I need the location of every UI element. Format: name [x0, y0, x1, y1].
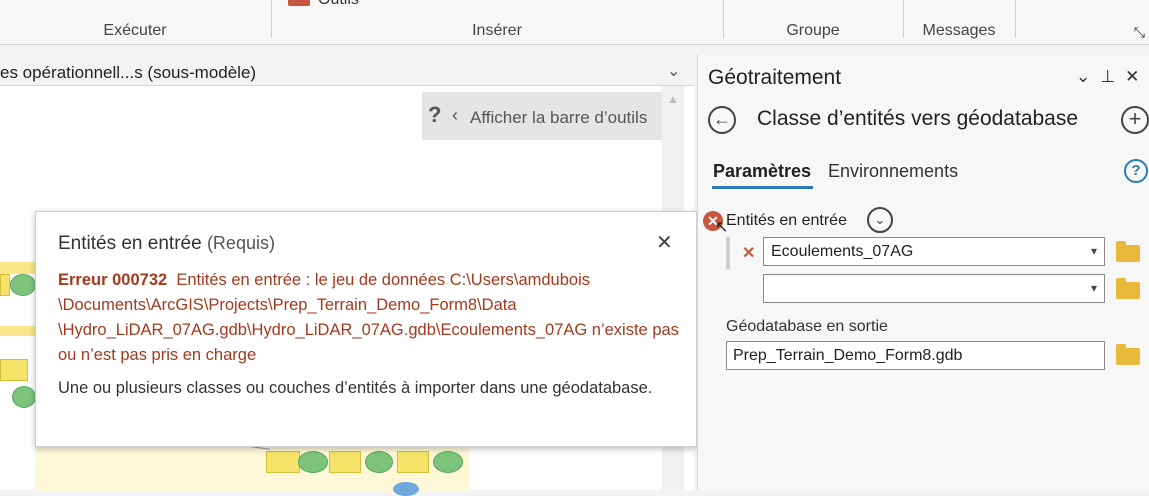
pane-controls: ⌄⊥✕: [1076, 67, 1149, 87]
model-node[interactable]: [365, 451, 393, 473]
close-icon[interactable]: ✕: [1125, 67, 1149, 86]
model-view-tab: es opérationnell...s (sous-modèle) ⌄: [0, 45, 694, 86]
popup-required-text: (Requis): [206, 233, 275, 253]
popup-title: Entités en entrée (Requis): [58, 233, 275, 255]
model-node[interactable]: [298, 451, 328, 473]
close-icon[interactable]: ✕: [656, 230, 673, 255]
ribbon-group-insert: Insérer: [272, 0, 722, 44]
model-node[interactable]: [10, 274, 36, 296]
add-icon[interactable]: +: [1121, 106, 1149, 134]
model-node[interactable]: [397, 451, 429, 473]
model-node[interactable]: [12, 386, 36, 408]
model-view-title[interactable]: es opérationnell...s (sous-modèle): [0, 63, 256, 83]
ribbon-group-label: Exécuter: [103, 22, 167, 39]
ribbon-group-messages: Messages: [904, 0, 1014, 44]
remove-row-icon[interactable]: ✕: [742, 243, 755, 263]
model-node[interactable]: [329, 451, 361, 473]
output-geodatabase-label: Géodatabase en sortie: [726, 318, 888, 335]
ribbon-group-label: Insérer: [472, 22, 522, 39]
model-node[interactable]: [266, 451, 300, 473]
model-node[interactable]: [0, 274, 10, 296]
geoprocessing-pane: Géotraitement ⌄⊥✕ ← Classe d’entités ver…: [697, 55, 1149, 490]
chevron-down-icon[interactable]: ⌄: [667, 61, 680, 81]
help-icon[interactable]: ?: [428, 102, 441, 128]
folder-icon[interactable]: [1116, 278, 1140, 299]
ribbon-group-run: Exécuter: [0, 0, 270, 44]
error-code: Erreur 000732: [58, 271, 168, 289]
show-toolbar-label[interactable]: Afficher la barre d’outils: [470, 108, 647, 128]
ribbon-group-group: Groupe: [724, 0, 902, 44]
ribbon: Outils Exécuter Insérer Groupe Messages …: [0, 0, 1149, 45]
model-node[interactable]: [0, 359, 28, 381]
input-features-label: Entités en entrée: [726, 212, 847, 229]
folder-icon[interactable]: [1116, 344, 1140, 365]
chevron-down-icon[interactable]: ▾: [1091, 281, 1097, 295]
input-features-combo[interactable]: Ecoulements_07AG ▾: [763, 237, 1105, 266]
pin-icon[interactable]: ⊥: [1100, 67, 1125, 86]
input-list-bar: [726, 237, 730, 269]
ribbon-group-label: Groupe: [786, 22, 840, 39]
chevron-down-icon[interactable]: ▾: [1091, 244, 1097, 258]
dialog-launcher-icon[interactable]: ⤡: [1134, 24, 1145, 41]
group-band: [0, 326, 35, 336]
tab-parameters[interactable]: Paramètres: [713, 161, 811, 182]
popup-title-text: Entités en entrée: [58, 233, 202, 254]
scroll-up-icon[interactable]: ▲: [667, 92, 679, 106]
parameter-error-popup: Entités en entrée (Requis) ✕ Erreur 0007…: [35, 211, 697, 447]
ribbon-group-label: Messages: [922, 22, 996, 39]
output-geodatabase-value: Prep_Terrain_Demo_Form8.gdb: [733, 347, 963, 364]
pane-title: Géotraitement: [708, 66, 842, 89]
chevron-down-icon[interactable]: ⌄: [1076, 67, 1100, 86]
chevron-left-icon: ‹: [452, 105, 458, 125]
group-band: [0, 262, 35, 274]
output-geodatabase-field[interactable]: Prep_Terrain_Demo_Form8.gdb: [726, 341, 1105, 370]
model-node[interactable]: [393, 482, 419, 496]
back-arrow-icon[interactable]: ←: [708, 106, 736, 134]
help-icon[interactable]: ?: [1124, 159, 1148, 183]
model-node[interactable]: [433, 451, 463, 473]
folder-icon[interactable]: [1116, 241, 1140, 262]
ribbon-separator: [1015, 0, 1016, 38]
error-message: Erreur 000732 Entités en entrée : le jeu…: [58, 268, 688, 368]
expand-chevron-icon[interactable]: ⌄: [867, 207, 893, 233]
active-tab-indicator: [712, 186, 813, 189]
parameter-description: Une ou plusieurs classes ou couches d’en…: [58, 379, 653, 397]
tab-environments[interactable]: Environnements: [828, 161, 958, 182]
show-toolbar-button[interactable]: ? ‹ Afficher la barre d’outils: [422, 92, 662, 140]
combo-value: Ecoulements_07AG: [771, 243, 914, 260]
input-features-combo-empty[interactable]: ▾: [763, 274, 1105, 303]
tool-name: Classe d’entités vers géodatabase: [757, 107, 1079, 130]
